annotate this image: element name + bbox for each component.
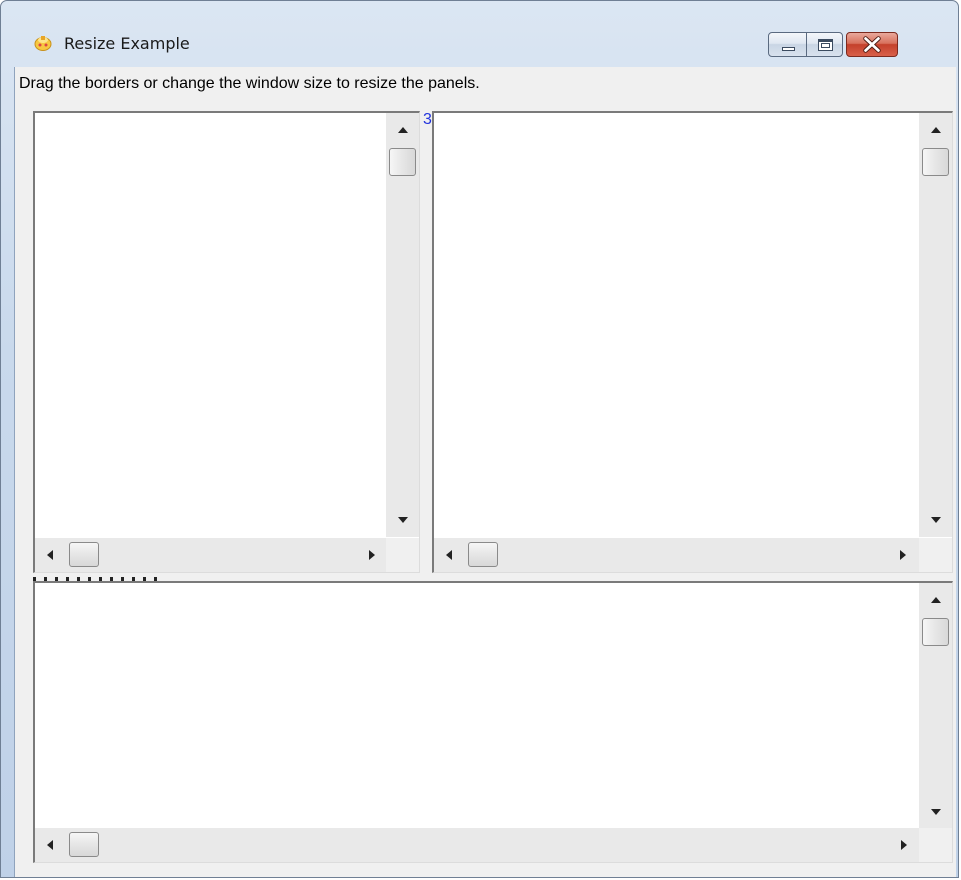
close-icon [863,36,881,53]
maximize-button[interactable] [806,32,843,57]
scroll-down-arrow-icon[interactable] [398,517,408,523]
scroll-corner [919,538,952,572]
vertical-scroll-thumb[interactable] [922,148,949,176]
scroll-corner [386,538,419,572]
horizontal-scrollbar[interactable] [35,828,920,862]
scroll-left-arrow-icon[interactable] [446,550,452,560]
horizontal-scroll-thumb[interactable] [69,542,99,567]
vertical-scrollbar[interactable] [386,113,419,537]
scroll-right-arrow-icon[interactable] [901,840,907,850]
scroll-right-arrow-icon[interactable] [900,550,906,560]
app-window: Resize Example Drag the borders or chang… [0,0,959,878]
instruction-label: Drag the borders or change the window si… [19,75,480,92]
scroll-down-arrow-icon[interactable] [931,517,941,523]
scroll-left-arrow-icon[interactable] [47,550,53,560]
top-left-panel[interactable] [33,111,420,573]
scroll-left-arrow-icon[interactable] [47,840,53,850]
scroll-up-arrow-icon[interactable] [398,127,408,133]
scroll-corner [919,828,952,862]
scroll-down-arrow-icon[interactable] [931,809,941,815]
window-title: Resize Example [64,34,190,53]
scroll-up-arrow-icon[interactable] [931,127,941,133]
maximize-icon [818,39,833,51]
minimize-icon [782,47,795,51]
vertical-scrollbar[interactable] [919,113,952,537]
title-bar[interactable]: Resize Example [1,1,958,61]
splitter-glyph: 3 [423,111,432,128]
horizontal-scroll-thumb[interactable] [69,832,99,857]
scroll-right-arrow-icon[interactable] [369,550,375,560]
bottom-panel[interactable] [33,581,953,863]
horizontal-scrollbar[interactable] [35,538,387,572]
top-right-panel[interactable] [432,111,953,573]
client-area: Drag the borders or change the window si… [14,67,956,877]
minimize-button[interactable] [768,32,807,57]
scroll-up-arrow-icon[interactable] [931,597,941,603]
close-button[interactable] [846,32,898,57]
vertical-scrollbar[interactable] [919,583,952,828]
horizontal-scroll-thumb[interactable] [468,542,498,567]
application-icon [34,36,52,51]
vertical-splitter[interactable]: 3 [420,111,432,573]
vertical-scroll-thumb[interactable] [922,618,949,646]
vertical-scroll-thumb[interactable] [389,148,416,176]
horizontal-scrollbar[interactable] [434,538,920,572]
